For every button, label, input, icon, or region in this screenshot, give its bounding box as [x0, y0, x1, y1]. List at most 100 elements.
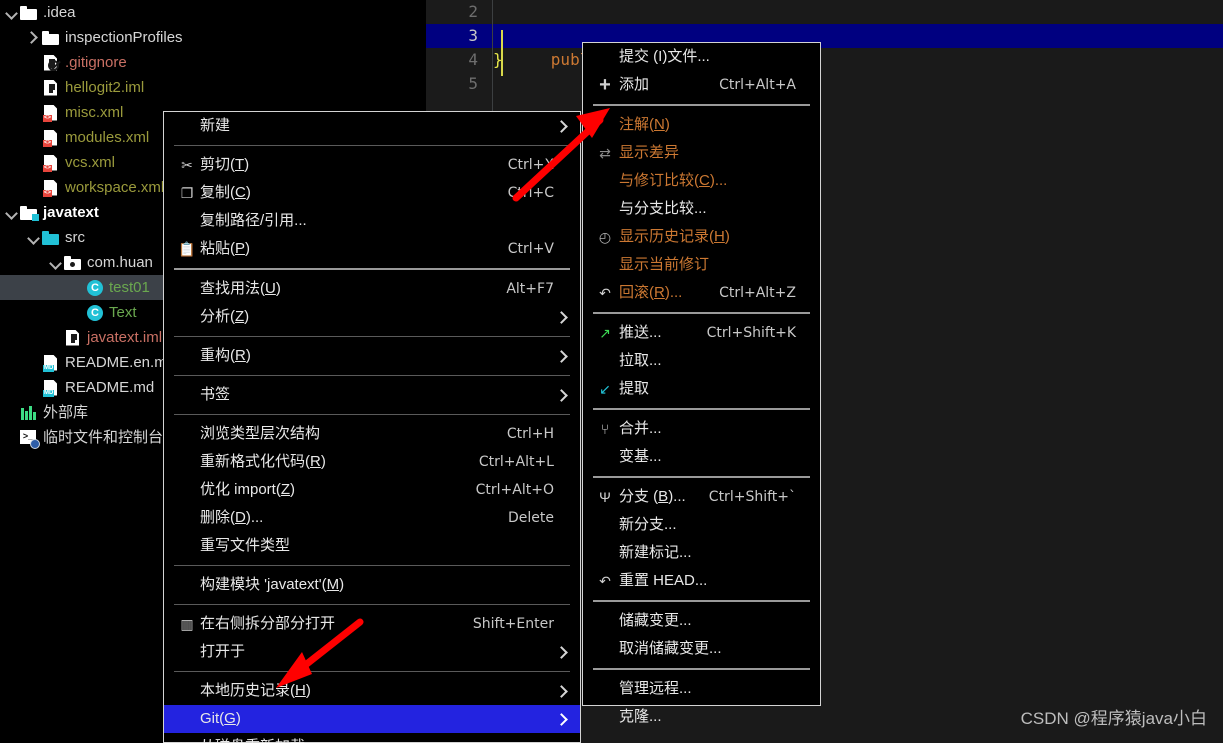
ignore-slash — [48, 59, 59, 71]
menu-item[interactable]: ❐ 复制(C) Ctrl+C — [164, 179, 580, 207]
menu-item[interactable]: 构建模块 'javatext'(M) — [164, 571, 580, 599]
paste-icon: 📋 — [178, 241, 196, 257]
menu-item[interactable]: ⑂ 合并... — [583, 415, 820, 443]
menu-separator — [174, 565, 570, 566]
library-bar — [29, 405, 32, 420]
menu-separator — [174, 336, 570, 337]
menu-item[interactable]: 本地历史记录(H) — [164, 677, 580, 705]
menu-item-label: 显示差异 — [619, 144, 680, 161]
tree-row[interactable]: .gitignore — [0, 50, 426, 75]
plus-icon: + — [599, 74, 611, 96]
menu-item[interactable]: 拉取... — [583, 347, 820, 375]
tree-twisty-closed[interactable] — [26, 25, 41, 50]
menu-item-shortcut: Ctrl+Shift+` — [708, 489, 796, 505]
menu-separator — [174, 145, 570, 146]
menu-item[interactable]: 删除(D)... Delete — [164, 504, 580, 532]
menu-item[interactable]: Git(G) — [164, 705, 580, 733]
menu-item[interactable]: 与分支比较... — [583, 195, 820, 223]
menu-item[interactable]: 优化 import(Z) Ctrl+Alt+O — [164, 476, 580, 504]
markdown-file-icon: MD — [41, 353, 61, 373]
gutter-line-number[interactable]: 2 — [426, 0, 492, 24]
menu-item[interactable]: 克隆... — [583, 703, 820, 731]
tree-twisty-open[interactable] — [26, 225, 41, 250]
menu-item[interactable]: ↶ 回滚(R)... Ctrl+Alt+Z — [583, 279, 820, 307]
menu-item[interactable]: 储藏变更... — [583, 607, 820, 635]
menu-separator — [174, 604, 570, 605]
menu-item[interactable]: ✂ 剪切(T) Ctrl+X — [164, 151, 580, 179]
menu-item[interactable]: 查找用法(U) Alt+F7 — [164, 275, 580, 303]
menu-item[interactable]: ⇄ 显示差异 — [583, 139, 820, 167]
tree-row[interactable]: inspectionProfiles — [0, 25, 426, 50]
menu-item[interactable]: 浏览类型层次结构 Ctrl+H — [164, 420, 580, 448]
md-badge: MD — [43, 364, 55, 372]
tree-row[interactable]: hellogit2.iml — [0, 75, 426, 100]
gutter-line-number[interactable]: 3 — [426, 24, 492, 48]
menu-item[interactable]: ↻从磁盘重新加载 — [164, 733, 580, 743]
menu-item-label: 删除(D)... — [200, 509, 264, 526]
menu-item[interactable]: 书签 — [164, 381, 580, 409]
menu-item[interactable]: ↙ 提取 — [583, 375, 820, 403]
menu-item[interactable]: 提交 (I)文件... — [583, 43, 820, 71]
menu-item[interactable]: 变基... — [583, 443, 820, 471]
tree-twisty-open[interactable] — [48, 250, 63, 275]
source-folder-icon — [41, 228, 61, 248]
tree-row[interactable]: .idea — [0, 0, 426, 25]
file-context-menu[interactable]: 新建 ✂ 剪切(T) Ctrl+X ❐ 复制(C) Ctrl+C 复制路径/引用... 📋 粘贴(… — [163, 111, 581, 743]
menu-item[interactable]: 注解(N) — [583, 111, 820, 139]
tree-item-label: javatext — [43, 204, 99, 221]
menu-item-label: 新分支... — [619, 516, 677, 533]
menu-item-label: 提交 (I)文件... — [619, 48, 710, 65]
chevron-right-icon — [554, 342, 568, 370]
tree-twisty-open[interactable] — [4, 0, 19, 25]
menu-item[interactable]: 重构(R) — [164, 342, 580, 370]
fetch-arrow-icon: ↙ — [599, 381, 611, 397]
menu-item[interactable]: 重写文件类型 — [164, 532, 580, 560]
chevron-right-icon — [554, 381, 568, 409]
gutter-line-number[interactable]: 4 — [426, 48, 492, 72]
menu-item[interactable]: 新建 — [164, 112, 580, 140]
menu-item[interactable]: Ψ 分支 (B)... Ctrl+Shift+` — [583, 483, 820, 511]
menu-item[interactable]: ▥ 在右侧拆分部分打开 Shift+Enter — [164, 610, 580, 638]
menu-item[interactable]: 重新格式化代码(R) Ctrl+Alt+L — [164, 448, 580, 476]
menu-item[interactable]: 复制路径/引用... — [164, 207, 580, 235]
menu-item[interactable]: 分析(Z) — [164, 303, 580, 331]
menu-item-label: 查找用法(U) — [200, 280, 281, 297]
xml-badge: <> — [43, 139, 53, 147]
menu-item[interactable]: 📋 粘贴(P) Ctrl+V — [164, 235, 580, 263]
menu-separator — [593, 408, 810, 410]
menu-item[interactable]: + 添加 Ctrl+Alt+A — [583, 71, 820, 99]
tree-twisty-open[interactable] — [4, 200, 19, 225]
history-clock-icon: ◴ — [598, 229, 612, 245]
menu-item[interactable]: 显示当前修订 — [583, 251, 820, 279]
menu-item[interactable]: 取消储藏变更... — [583, 635, 820, 663]
library-bar — [21, 407, 24, 420]
csdn-watermark: CSDN @程序猿java小白 — [1020, 709, 1207, 728]
menu-item[interactable]: 打开于 — [164, 638, 580, 666]
gitignore-file-icon — [41, 53, 61, 73]
menu-item[interactable]: ↗ 推送... Ctrl+Shift+K — [583, 319, 820, 347]
menu-item-label: 变基... — [619, 448, 662, 465]
menu-item[interactable]: ◴ 显示历史记录(H) — [583, 223, 820, 251]
menu-item[interactable]: 新分支... — [583, 511, 820, 539]
editor-gutter[interactable]: 2345 — [426, 0, 492, 115]
xml-file-icon: <> — [41, 178, 61, 198]
menu-item[interactable]: ↶ 重置 HEAD... — [583, 567, 820, 595]
menu-item[interactable]: 与修订比较(C)... — [583, 167, 820, 195]
menu-item-shortcut: Alt+F7 — [506, 281, 554, 297]
package-dot — [70, 261, 75, 267]
menu-item[interactable]: 新建标记... — [583, 539, 820, 567]
gutter-line-number[interactable]: 5 — [426, 72, 492, 96]
menu-item-label: 回滚(R)... — [619, 284, 683, 301]
menu-item-label: 重新格式化代码(R) — [200, 453, 326, 470]
menu-item[interactable]: 管理远程... — [583, 675, 820, 703]
git-submenu[interactable]: 提交 (I)文件... + 添加 Ctrl+Alt+A 注解(N) ⇄ 显示差异 与修订比较(… — [582, 42, 821, 725]
menu-item-label: 从磁盘重新加载 — [200, 733, 554, 743]
tree-item-label: src — [65, 229, 85, 246]
rollback-icon: ↶ — [599, 285, 611, 301]
